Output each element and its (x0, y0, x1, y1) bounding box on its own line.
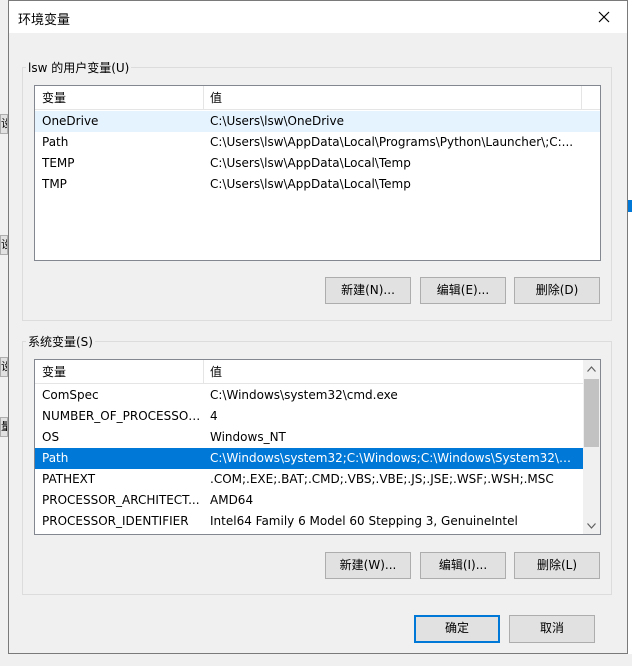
user-variables-list[interactable]: 变量 值 OneDrive C:\Users\lsw\OneDrive Path C:… (34, 85, 601, 261)
variable-value: C:\Users\lsw\AppData\Local\Temp (210, 156, 411, 170)
table-row[interactable]: PROCESSOR_ARCHITECT... AMD64 (35, 490, 583, 511)
variable-name: TEMP (42, 156, 75, 170)
variable-name: PATHEXT (42, 472, 96, 486)
variable-value: .COM;.EXE;.BAT;.CMD;.VBS;.VBE;.JS;.JSE;.… (210, 472, 554, 486)
variable-name: ComSpec (42, 388, 99, 402)
background-window-left (0, 0, 8, 666)
user-delete-button[interactable]: 删除(D) (514, 277, 600, 304)
variable-value: C:\Users\lsw\OneDrive (210, 114, 344, 128)
variable-name: PROCESSOR_IDENTIFIER (42, 514, 189, 528)
system-delete-button[interactable]: 删除(L) (514, 552, 600, 579)
cancel-button[interactable]: 取消 (509, 615, 595, 643)
table-row[interactable]: Path C:\Users\lsw\AppData\Local\Programs\… (35, 132, 600, 153)
variable-value: C:\Users\lsw\AppData\Local\Temp (210, 177, 411, 191)
table-row[interactable]: ComSpec C:\Windows\system32\cmd.exe (35, 385, 583, 406)
variable-name: Path (42, 451, 69, 465)
variable-name: OS (42, 430, 60, 444)
background-fragment: 设 (0, 235, 8, 255)
system-variables-list[interactable]: 变量 值 ComSpec C:\Windows\system32\cmd.exe N… (34, 359, 601, 535)
close-button[interactable] (581, 1, 627, 33)
scroll-up-button[interactable] (583, 360, 600, 377)
variable-name: NUMBER_OF_PROCESSORS (42, 409, 202, 423)
column-header-value[interactable]: 值 (203, 360, 222, 384)
table-row[interactable]: NUMBER_OF_PROCESSORS 4 (35, 406, 583, 427)
background-fragment-text: 设 (1, 360, 7, 373)
user-variables-header: 变量 值 (35, 86, 600, 110)
user-new-button[interactable]: 新建(N)... (325, 277, 411, 304)
background-fragment-text: 量 (1, 420, 7, 433)
table-row[interactable]: OneDrive C:\Users\lsw\OneDrive (35, 111, 600, 132)
system-edit-button[interactable]: 编辑(I)... (420, 552, 506, 579)
background-window-bottom (0, 654, 632, 666)
variable-name: OneDrive (42, 114, 99, 128)
system-new-button[interactable]: 新建(W)... (325, 552, 411, 579)
chevron-down-icon (587, 522, 596, 529)
table-row[interactable]: PATHEXT .COM;.EXE;.BAT;.CMD;.VBS;.VBE;.JS… (35, 469, 583, 490)
background-fragment: 量 (0, 417, 8, 437)
chevron-up-icon (587, 365, 596, 372)
system-variables-header: 变量 值 (35, 360, 585, 384)
background-fragment: 设 (0, 114, 8, 134)
background-fragment-text: 设 (1, 117, 7, 130)
variable-name: Path (42, 135, 69, 149)
column-header-variable[interactable]: 变量 (35, 86, 203, 110)
system-variables-scrollbar[interactable] (583, 360, 600, 534)
background-accent (628, 200, 632, 212)
table-row[interactable]: TMP C:\Users\lsw\AppData\Local\Temp (35, 174, 600, 195)
user-edit-button[interactable]: 编辑(E)... (420, 277, 506, 304)
column-separator[interactable] (581, 86, 582, 110)
ok-button[interactable]: 确定 (414, 615, 500, 643)
variable-value: C:\Windows\system32\cmd.exe (210, 388, 398, 402)
column-header-variable[interactable]: 变量 (35, 360, 203, 384)
dialog-title: 环境变量 (18, 13, 71, 28)
system-variables-label: 系统变量(S) (26, 333, 95, 350)
variable-value: 4 (210, 409, 218, 423)
table-row[interactable]: PROCESSOR_IDENTIFIER Intel64 Family 6 Mod… (35, 511, 583, 532)
variable-value: C:\Users\lsw\AppData\Local\Programs\Pyth… (210, 135, 574, 149)
table-row[interactable]: OS Windows_NT (35, 427, 583, 448)
background-fragment: 设 (0, 357, 8, 377)
variable-value: AMD64 (210, 493, 254, 507)
variable-value: Windows_NT (210, 430, 286, 444)
variable-name: PROCESSOR_ARCHITECT... (42, 493, 200, 507)
environment-variables-dialog: 环境变量 lsw 的用户变量(U) 变量 值 OneDrive C:\Users\… (8, 0, 628, 654)
variable-value: C:\Windows\system32;C:\Windows;C:\Window… (210, 451, 578, 465)
variable-name: TMP (42, 177, 67, 191)
table-row[interactable]: Path C:\Windows\system32;C:\Windows;C:\Wi… (35, 448, 583, 469)
close-icon (598, 11, 610, 23)
table-row[interactable]: TEMP C:\Users\lsw\AppData\Local\Temp (35, 153, 600, 174)
title-bar[interactable]: 环境变量 (9, 1, 627, 33)
background-fragment-text: 设 (1, 238, 7, 251)
scroll-down-button[interactable] (583, 517, 600, 534)
user-variables-label: lsw 的用户变量(U) (26, 59, 132, 76)
column-header-value[interactable]: 值 (203, 86, 222, 110)
variable-value: Intel64 Family 6 Model 60 Stepping 3, Ge… (210, 514, 518, 528)
scroll-thumb[interactable] (584, 379, 599, 447)
